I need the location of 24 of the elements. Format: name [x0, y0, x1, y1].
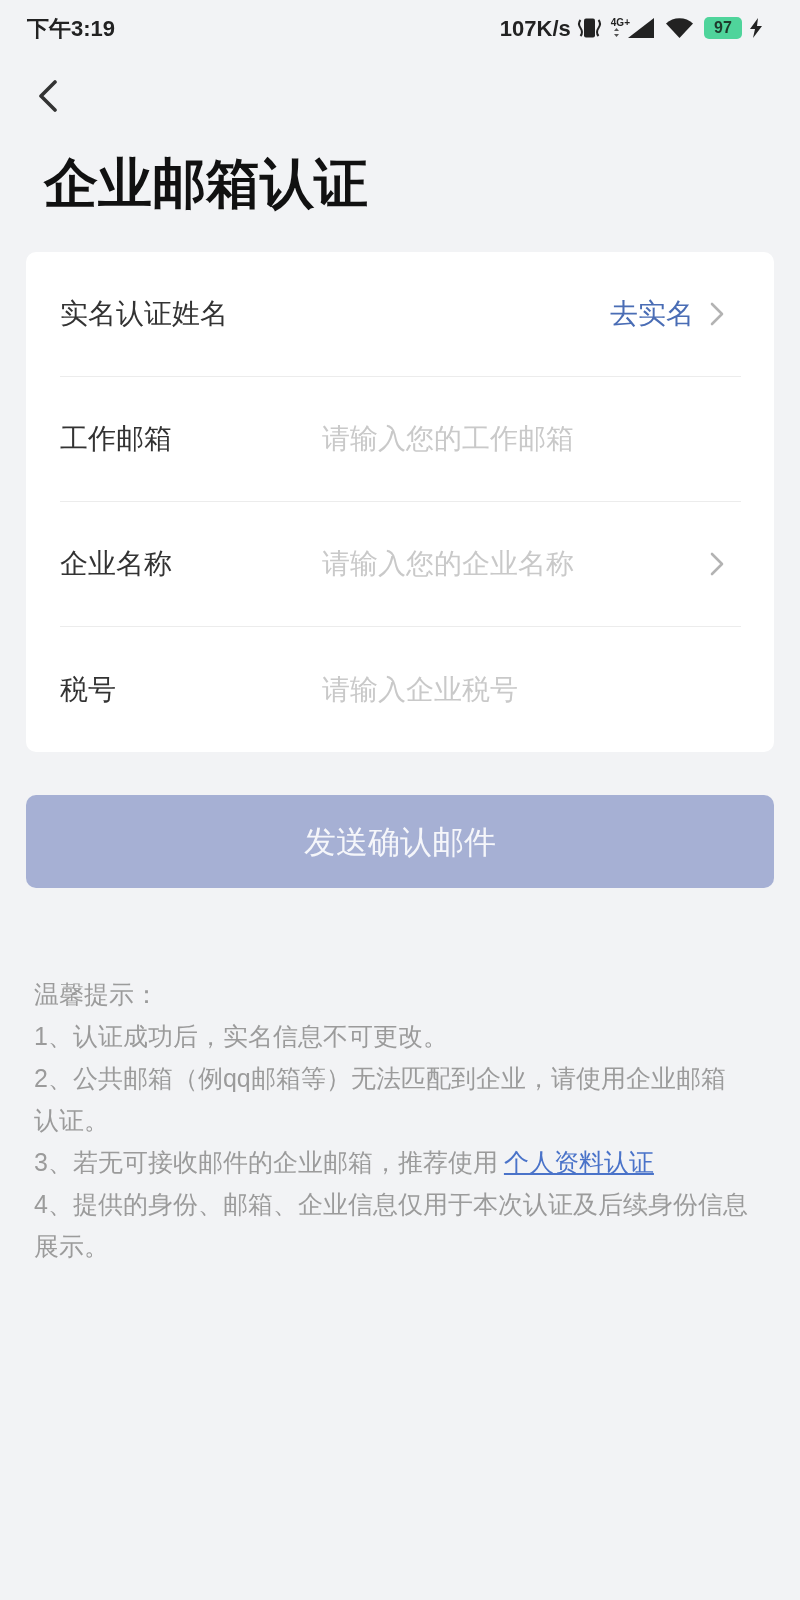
wifi-icon — [666, 18, 693, 38]
tip-text: 3、若无可接收邮件的企业邮箱，推荐使用 — [34, 1148, 498, 1176]
real-name-link[interactable]: 去实名 — [610, 293, 724, 335]
tip-text: 2、公共邮箱（例qq邮箱等）无法匹配到企业，请使用企业邮箱认证。 — [34, 1063, 727, 1136]
chevron-right-icon — [710, 302, 724, 326]
chevron-right-icon — [710, 552, 724, 576]
charging-bolt-icon — [750, 18, 762, 38]
tip-text: 1、认证成功后，实名信息不可更改。 — [34, 1021, 449, 1052]
field-label: 企业名称 — [60, 547, 173, 581]
profile-verification-link[interactable]: 个人资料认证 — [503, 1148, 654, 1176]
tips-title: 温馨提示： — [34, 979, 160, 1010]
network-speed: 107K/s — [499, 14, 571, 43]
page-title: 企业邮箱认证 — [44, 152, 369, 215]
status-time: 下午3:19 — [27, 14, 116, 43]
data-arrows-icon — [613, 28, 619, 37]
signal-icon — [628, 18, 654, 38]
phone-vibrate-icon — [575, 18, 603, 38]
battery-percentage: 97 — [704, 17, 742, 39]
field-label: 税号 — [60, 672, 117, 707]
chevron-left-icon — [38, 80, 58, 112]
tip-text: 4、提供的身份、邮箱、企业信息仅用于本次认证及后续身份信息展示。 — [34, 1189, 749, 1262]
network-type: 4G+ — [610, 17, 630, 28]
field-label: 工作邮箱 — [60, 422, 173, 456]
field-label: 实名认证姓名 — [60, 297, 229, 331]
